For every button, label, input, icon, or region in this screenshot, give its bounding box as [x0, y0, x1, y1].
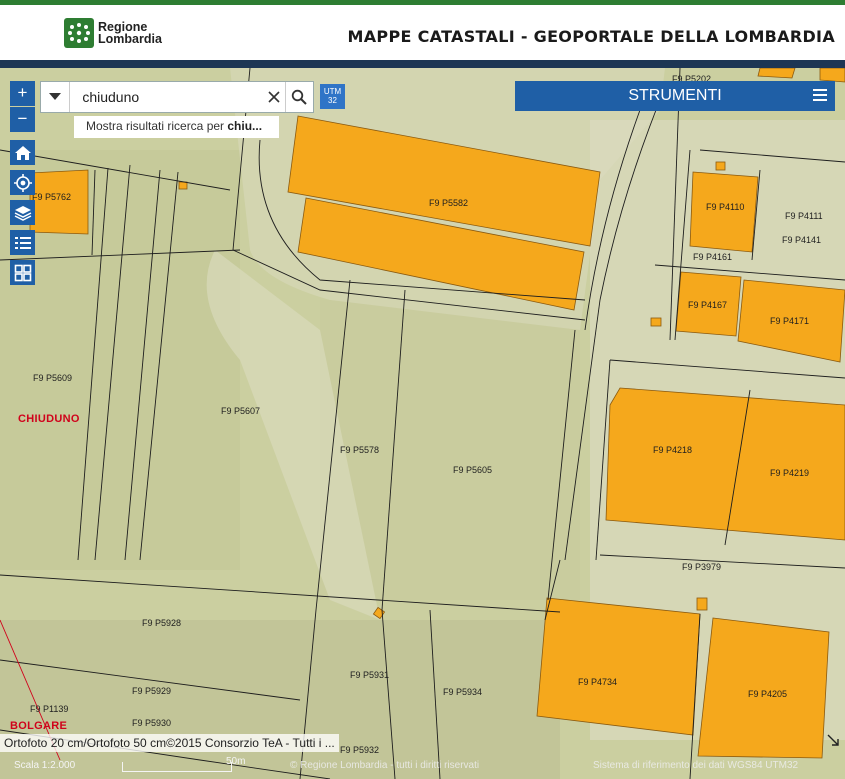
hamburger-menu-icon — [813, 89, 827, 101]
utm-label: UTM — [323, 87, 342, 96]
zoom-out-button[interactable]: − — [10, 107, 35, 132]
locate-button[interactable] — [10, 170, 35, 195]
imagery-attribution[interactable]: Ortofoto 20 cm/Ortofoto 50 cm©2015 Conso… — [0, 734, 339, 752]
list-icon — [14, 236, 31, 249]
basemap-button[interactable] — [10, 260, 35, 285]
header: Regione Lombardia MAPPE CATASTALI - GEOP… — [0, 5, 845, 60]
reference-system-text: Sistema di riferimento dei dati WGS84 UT… — [593, 760, 799, 771]
parcel-label: F9 P4167 — [688, 300, 728, 310]
app-frame: Regione Lombardia MAPPE CATASTALI - GEOP… — [0, 0, 845, 779]
home-icon — [14, 145, 31, 160]
parcel-label: F9 P4111 — [785, 211, 823, 221]
close-icon — [268, 91, 280, 103]
locate-icon — [13, 173, 32, 192]
utm-projection-button[interactable]: UTM 32 — [320, 84, 345, 109]
copyright-text: © Regione Lombardia - tutti i diritti ri… — [290, 760, 480, 771]
regione-lombardia-logo[interactable]: Regione Lombardia — [64, 18, 162, 48]
parcel-label: F9 P5762 — [32, 192, 72, 202]
home-button[interactable] — [10, 140, 35, 165]
search-input[interactable] — [70, 82, 264, 112]
layers-button[interactable] — [10, 200, 35, 225]
parcel-label: F9 P5930 — [132, 718, 172, 728]
search-box — [40, 81, 314, 113]
header-divider — [0, 60, 845, 68]
legend-button[interactable] — [10, 230, 35, 255]
parcel-label: F9 P4219 — [770, 468, 810, 478]
tools-panel-toggle[interactable]: STRUMENTI — [515, 81, 835, 111]
fullscreen-icon[interactable] — [826, 733, 840, 747]
parcel-label: F9 P5578 — [340, 445, 380, 455]
scale-text: Scala 1:2.000 — [14, 760, 76, 771]
parcel-label: F9 P1139 — [30, 704, 69, 714]
suggestion-prefix: Mostra risultati ricerca per — [86, 119, 228, 133]
parcel-label: F9 P4171 — [770, 316, 810, 326]
grid-icon — [14, 264, 31, 281]
parcel-label: F9 P4218 — [653, 445, 693, 455]
scale-bar-label: 50m — [226, 756, 246, 767]
rose-camuna-icon — [64, 18, 94, 48]
zoom-in-button[interactable]: + — [10, 81, 35, 106]
parcel-label: F9 P4734 — [578, 677, 618, 687]
parcel-label: F9 P5932 — [340, 745, 380, 755]
parcel-label: F9 P5931 — [350, 670, 390, 680]
parcel-label: F9 P5928 — [142, 618, 182, 628]
parcel-label: F9 P4141 — [782, 235, 822, 245]
scale-bar — [122, 762, 232, 772]
parcel-label: F9 P4205 — [748, 689, 788, 699]
map-canvas[interactable]: CHIUDUNO BOLGARE F9 P5762 F9 P5582 F9 P5… — [0, 68, 845, 779]
utm-zone: 32 — [328, 96, 337, 105]
search-type-dropdown[interactable] — [41, 82, 71, 112]
search-button[interactable] — [284, 82, 313, 112]
parcel-label: F9 P5934 — [443, 687, 483, 697]
parcel-label: F9 P4110 — [706, 202, 745, 212]
layers-icon — [14, 205, 31, 221]
parcel-label: F9 P3979 — [682, 562, 722, 572]
clear-search-button[interactable] — [263, 82, 284, 112]
parcel-label: F9 P5605 — [453, 465, 493, 475]
logo-line2: Lombardia — [98, 32, 162, 46]
parcel-label: F9 P5607 — [221, 406, 261, 416]
page-title: MAPPE CATASTALI - GEOPORTALE DELLA LOMBA… — [347, 27, 835, 46]
search-icon — [292, 89, 307, 105]
parcel-label: F9 P4161 — [693, 252, 733, 262]
town-label-bolgare: BOLGARE — [10, 720, 68, 732]
cadastral-map — [0, 68, 845, 779]
town-label-chiuduno: CHIUDUNO — [18, 413, 80, 425]
suggestion-term: chiu... — [227, 119, 263, 133]
tools-label: STRUMENTI — [628, 87, 722, 104]
chevron-down-icon — [49, 93, 62, 100]
parcel-label: F9 P5609 — [33, 373, 73, 383]
parcel-label: F9 P5582 — [429, 198, 469, 208]
parcel-label: F9 P5929 — [132, 686, 172, 696]
search-suggestion[interactable]: Mostra risultati ricerca per chiu... — [74, 116, 279, 138]
